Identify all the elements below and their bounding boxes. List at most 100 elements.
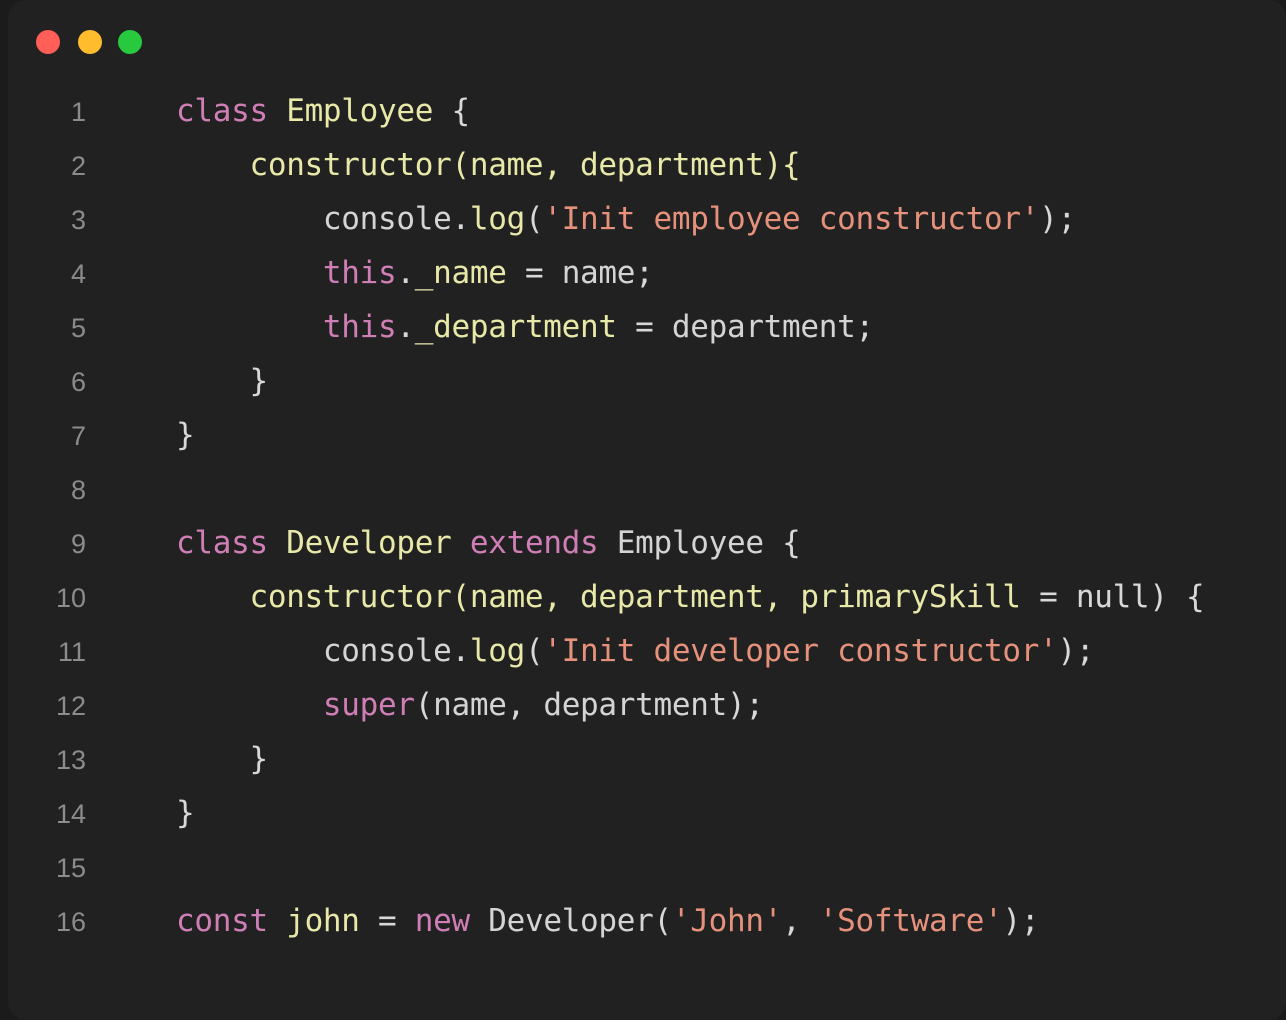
code-line-content[interactable]: } <box>86 408 1286 462</box>
line-number: 10 <box>55 583 86 613</box>
code-token-punct: = <box>359 903 415 939</box>
code-token-keyword: class <box>176 93 268 129</box>
code-line[interactable]: 8 <box>8 462 1286 516</box>
line-number: 16 <box>55 907 86 937</box>
code-line[interactable]: 16 const john = new Developer('John', 'So… <box>8 894 1286 948</box>
code-line-content[interactable]: } <box>86 354 1286 408</box>
code-line-content[interactable]: } <box>86 732 1286 786</box>
code-token-entity: john <box>286 903 360 939</box>
code-token-punct: ; <box>635 255 654 291</box>
code-line[interactable]: 5 this._department = department; <box>8 300 1286 354</box>
code-token-punct: ( <box>414 687 434 723</box>
code-token-keyword: class <box>176 525 268 561</box>
line-number: 8 <box>70 475 86 505</box>
line-number: 9 <box>70 529 86 559</box>
code-token-keyword: extends <box>469 525 599 561</box>
code-line-content[interactable]: super(name, department); <box>86 678 1286 732</box>
code-line[interactable]: 1 class Employee { <box>8 84 1286 138</box>
code-token-punct: ); <box>726 687 764 723</box>
code-token-punct: { <box>451 93 471 129</box>
code-line-content[interactable]: constructor(name, department, primarySki… <box>86 570 1286 624</box>
code-token-keyword: const <box>176 903 268 939</box>
code-window: 1 class Employee {2 constructor(name, dep… <box>8 0 1286 1020</box>
code-line[interactable]: 13 } <box>8 732 1286 786</box>
code-token-variable: Employee <box>616 525 764 561</box>
code-token-variable: department <box>671 309 856 345</box>
code-line-content[interactable] <box>86 840 1286 894</box>
window-titlebar <box>8 0 1286 84</box>
code-line[interactable]: 6 } <box>8 354 1286 408</box>
maximize-window-button[interactable] <box>118 30 142 54</box>
code-token-keyword: this <box>322 309 397 345</box>
code-line[interactable]: 7} <box>8 408 1286 462</box>
code-token-punct: = <box>506 255 562 291</box>
code-token-string: 'John' <box>671 903 783 939</box>
code-token-punct: . <box>451 633 470 669</box>
code-line-content[interactable]: constructor(name, department){ <box>86 138 1286 192</box>
line-number: 3 <box>70 205 86 235</box>
code-line[interactable]: 4 this._name = name; <box>8 246 1286 300</box>
code-token-string: 'Software' <box>818 903 1003 939</box>
code-line-content[interactable]: console.log('Init employee constructor')… <box>86 192 1286 246</box>
code-token-entity: log <box>469 633 525 669</box>
code-line[interactable]: 10 constructor(name, department, primary… <box>8 570 1286 624</box>
code-token-entity: constructor(name, department, primarySki… <box>249 579 1021 615</box>
code-line[interactable]: 9 class Developer extends Employee { <box>8 516 1286 570</box>
code-token-punct: ( <box>524 201 544 237</box>
line-number: 13 <box>55 745 86 775</box>
line-number: 5 <box>70 313 86 343</box>
line-number: 12 <box>55 691 86 721</box>
minimize-window-button[interactable] <box>78 30 102 54</box>
code-line[interactable]: 15 <box>8 840 1286 894</box>
code-editor[interactable]: 1 class Employee {2 constructor(name, dep… <box>8 84 1286 948</box>
code-token-punct: ( <box>524 633 544 669</box>
code-token-punct: , <box>506 687 544 723</box>
code-token-punct: } <box>176 417 195 453</box>
code-token-variable: department <box>543 687 727 723</box>
code-token-entity: log <box>469 201 525 237</box>
code-line-content[interactable]: class Developer extends Employee { <box>86 516 1286 570</box>
code-line[interactable]: 3 console.log('Init employee constructor… <box>8 192 1286 246</box>
code-line-content[interactable]: } <box>86 786 1286 840</box>
code-line-content[interactable]: console.log('Init developer constructor'… <box>86 624 1286 678</box>
line-number: 2 <box>70 151 86 181</box>
code-line[interactable]: 12 super(name, department); <box>8 678 1286 732</box>
close-window-button[interactable] <box>36 30 60 54</box>
code-line-content[interactable] <box>86 462 1286 516</box>
code-line-content[interactable]: const john = new Developer('John', 'Soft… <box>86 894 1286 948</box>
code-line-content[interactable]: class Employee { <box>86 84 1286 138</box>
code-line[interactable]: 11 console.log('Init developer construct… <box>8 624 1286 678</box>
code-line-content[interactable]: this._name = name; <box>86 246 1286 300</box>
code-token-punct: . <box>396 255 415 291</box>
code-token-punct: { <box>782 525 801 561</box>
code-token-variable: console <box>322 633 452 669</box>
code-line[interactable]: 2 constructor(name, department){ <box>8 138 1286 192</box>
code-token-string: 'Init employee constructor' <box>543 201 1040 237</box>
code-token-variable: name <box>561 255 636 291</box>
code-token-punct: ); <box>1002 903 1040 939</box>
line-number: 14 <box>55 799 86 829</box>
code-token-entity: constructor(name, department){ <box>249 147 801 183</box>
code-token-entity: _name <box>414 255 507 291</box>
code-token-punct: } <box>249 363 268 399</box>
code-token-punct: ); <box>1057 633 1095 669</box>
code-token-plain: null <box>1075 579 1150 615</box>
code-line-content[interactable]: this._department = department; <box>86 300 1286 354</box>
code-token-variable: console <box>322 201 452 237</box>
line-number: 11 <box>57 637 86 667</box>
code-line[interactable]: 14} <box>8 786 1286 840</box>
